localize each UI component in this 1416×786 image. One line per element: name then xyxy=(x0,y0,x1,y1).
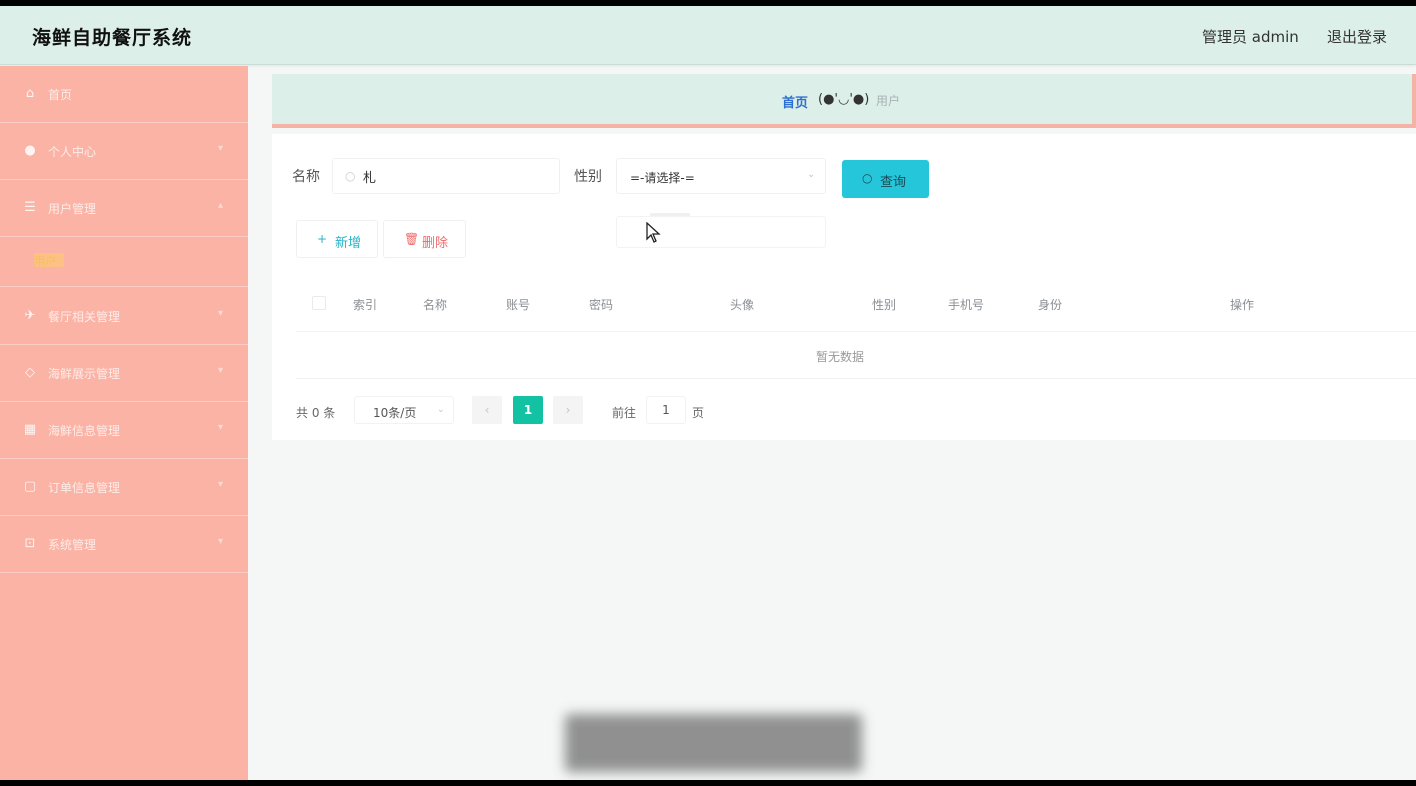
bird-icon: ✈ xyxy=(24,308,36,323)
chevron-down-icon: ▾ xyxy=(218,536,224,547)
delete-button[interactable]: 🗑 删除 xyxy=(383,220,466,258)
breadcrumb-current: 用户 xyxy=(876,94,901,108)
sidebar-item-label: 订单信息管理 xyxy=(48,481,121,495)
blurred-watermark xyxy=(565,714,862,772)
sidebar-item-seafood-info[interactable]: ▦ 海鲜信息管理 ▾ xyxy=(0,402,248,459)
column-header: 性别 xyxy=(872,298,897,312)
goto-label: 前往 xyxy=(612,406,637,420)
grid-icon: ▦ xyxy=(23,422,37,437)
sidebar-item-label: 首页 xyxy=(48,88,73,102)
sidebar-item-seafood-display[interactable]: ◇ 海鲜展示管理 ▾ xyxy=(0,345,248,402)
admin-user-label: 管理员 admin xyxy=(1202,28,1299,46)
page-number-button[interactable]: 1 xyxy=(513,396,543,424)
page-size-value: 10条/页 xyxy=(373,406,417,420)
goto-page-field[interactable] xyxy=(646,396,686,424)
sidebar-item-label: 餐厅相关管理 xyxy=(48,310,121,324)
sidebar-item-profile[interactable]: ● 个人中心 ▾ xyxy=(0,123,248,180)
gender-select-value: =-请选择-= xyxy=(630,171,695,185)
user-icon: ● xyxy=(24,143,36,158)
chevron-down-icon: ▾ xyxy=(218,479,224,490)
column-header: 账号 xyxy=(506,298,531,312)
doc-icon: ▢ xyxy=(23,479,37,494)
sidebar-item-label: 个人中心 xyxy=(48,145,97,159)
table-header: 索引 名称 账号 密码 头像 性别 手机号 身份 操作 xyxy=(296,276,1416,332)
column-header: 密码 xyxy=(589,298,614,312)
name-filter-label: 名称 xyxy=(292,169,320,185)
prev-page-button[interactable]: ‹ xyxy=(472,396,502,424)
sidebar-item-restaurant[interactable]: ✈ 餐厅相关管理 ▾ xyxy=(0,288,248,345)
gender-filter-label: 性别 xyxy=(574,169,602,185)
goto-page-input[interactable] xyxy=(647,397,685,423)
column-header: 操作 xyxy=(1230,298,1255,312)
sidebar-item-label: 系统管理 xyxy=(48,538,97,552)
search-icon: ○ xyxy=(345,169,356,183)
sidebar-subitem-label: 用户 xyxy=(34,253,64,267)
column-header: 身份 xyxy=(1038,298,1063,312)
sidebar: ⌂ 首页 ● 个人中心 ▾ ☰ 用户管理 ▴ 用户 ✈ 餐厅相关管理 ▾ ◇ 海… xyxy=(0,66,248,780)
sidebar-item-users[interactable]: ☰ 用户管理 ▴ xyxy=(0,180,248,237)
sidebar-item-system[interactable]: ⊡ 系统管理 ▾ xyxy=(0,516,248,573)
delete-button-label: 删除 xyxy=(422,236,449,251)
page-size-select[interactable]: 10条/页 ⌄ xyxy=(354,396,454,424)
logout-link[interactable]: 退出登录 xyxy=(1327,26,1387,47)
column-header: 手机号 xyxy=(948,298,985,312)
chevron-down-icon: ⌄ xyxy=(437,405,445,415)
sidebar-item-label: 海鲜展示管理 xyxy=(48,367,121,381)
sidebar-item-orders[interactable]: ▢ 订单信息管理 ▾ xyxy=(0,459,248,516)
sidebar-subitem-user[interactable]: 用户 xyxy=(0,237,248,287)
chevron-down-icon: ⌄ xyxy=(807,169,816,180)
chevron-down-icon: ▾ xyxy=(218,308,224,319)
sidebar-item-home[interactable]: ⌂ 首页 xyxy=(0,66,248,123)
sidebar-item-label: 海鲜信息管理 xyxy=(48,424,121,438)
content-panel: 名称 ○ 性别 =-请选择-= ⌄ ○ 查询 + 新增 🗑 删除 索引 名称 xyxy=(272,134,1416,440)
breadcrumb: 首页 (●'◡'●) 用户 xyxy=(272,74,1416,128)
empty-table-text: 暂无数据 xyxy=(816,350,865,364)
chevron-up-icon: ▴ xyxy=(218,200,224,211)
list-icon: ☰ xyxy=(24,200,36,215)
select-all-checkbox[interactable] xyxy=(312,296,326,310)
next-page-button[interactable]: › xyxy=(553,396,583,424)
query-button-label: 查询 xyxy=(880,175,907,190)
chevron-down-icon: ▾ xyxy=(218,365,224,376)
breadcrumb-home[interactable]: 首页 xyxy=(782,92,808,111)
name-search-input[interactable] xyxy=(363,166,543,186)
app-window: 海鲜自助餐厅系统 管理员 admin 退出登录 ⌂ 首页 ● 个人中心 ▾ ☰ … xyxy=(0,6,1416,780)
trash-icon: 🗑 xyxy=(404,232,420,246)
search-icon: ○ xyxy=(862,171,873,185)
name-search-field[interactable]: ○ xyxy=(332,158,560,194)
table-empty-row: 暂无数据 xyxy=(296,333,1416,379)
pagination: 共 0 条 10条/页 ⌄ ‹ 1 › 前往 页 xyxy=(296,396,1396,426)
chevron-down-icon: ▾ xyxy=(218,143,224,154)
column-header: 名称 xyxy=(423,298,448,312)
plus-icon: + xyxy=(317,232,328,246)
app-title: 海鲜自助餐厅系统 xyxy=(32,27,193,49)
total-count: 共 0 条 xyxy=(296,406,336,420)
query-button[interactable]: ○ 查询 xyxy=(842,160,929,198)
gender-select[interactable]: =-请选择-= ⌄ xyxy=(616,158,826,194)
home-icon: ⌂ xyxy=(25,86,35,101)
mouse-cursor-icon xyxy=(646,222,661,243)
add-button-label: 新增 xyxy=(335,236,362,251)
top-header: 海鲜自助餐厅系统 管理员 admin 退出登录 xyxy=(0,6,1416,65)
tag-icon: ◇ xyxy=(25,365,35,380)
breadcrumb-separator: (●'◡'●) xyxy=(818,92,870,107)
add-button[interactable]: + 新增 xyxy=(296,220,378,258)
goto-unit-label: 页 xyxy=(692,406,705,420)
sidebar-item-label: 用户管理 xyxy=(48,202,97,216)
chevron-down-icon: ▾ xyxy=(218,422,224,433)
window-icon: ⊡ xyxy=(24,536,36,551)
column-header: 索引 xyxy=(353,298,378,312)
column-header: 头像 xyxy=(730,298,755,312)
